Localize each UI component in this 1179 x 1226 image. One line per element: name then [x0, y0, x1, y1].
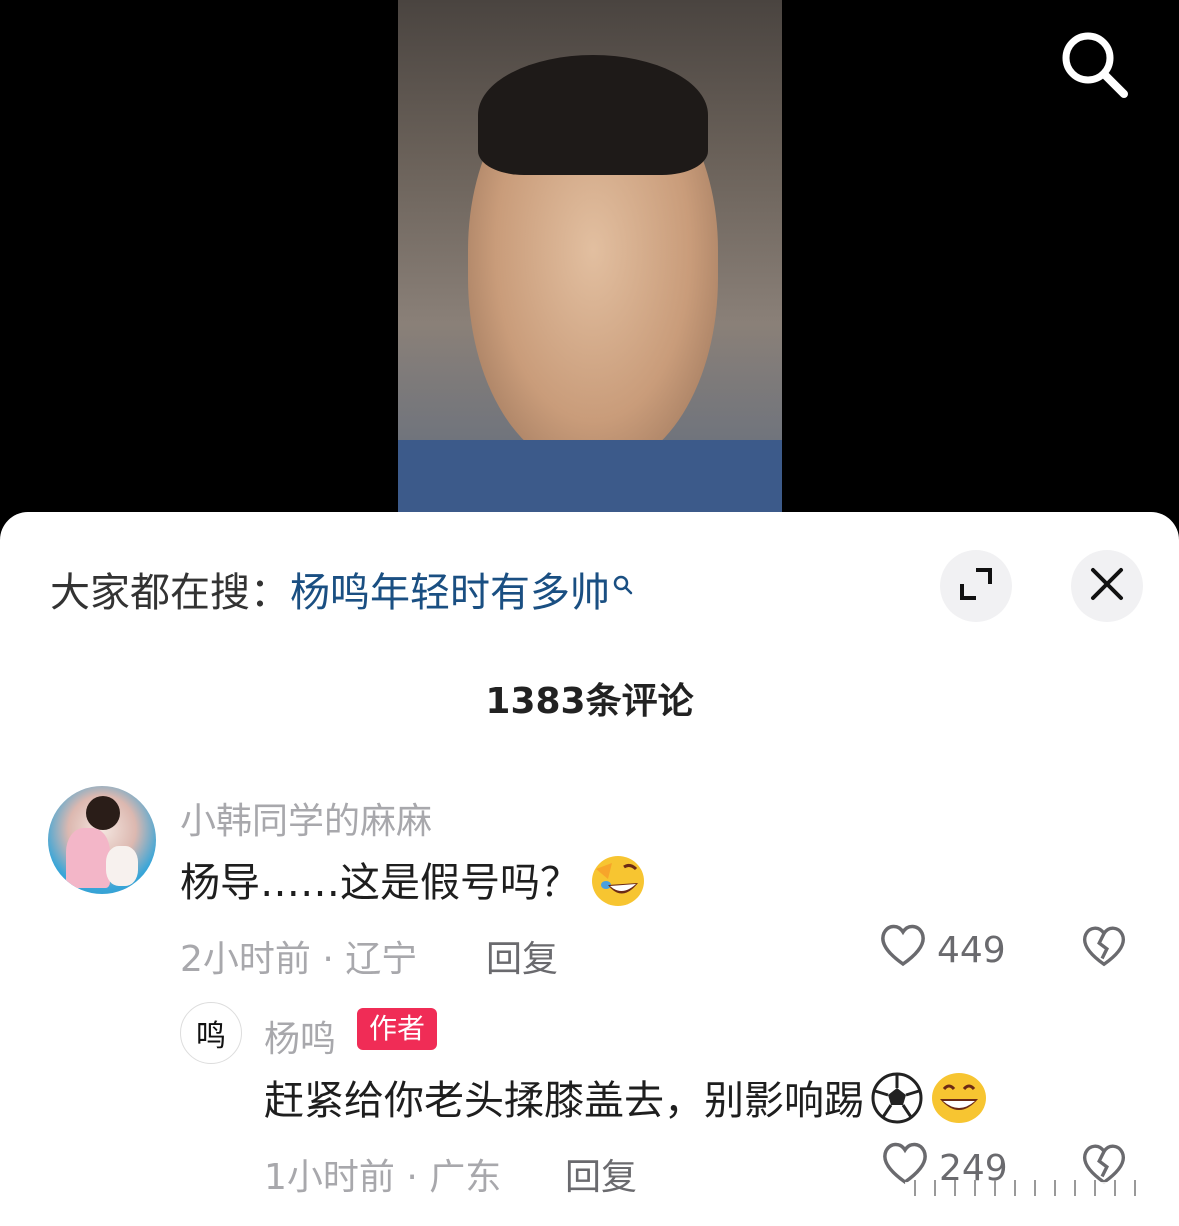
comment-sheet: 大家都在搜：杨鸣年轻时有多帅 1383条评论 小韩同学的麻麻 杨导……这是假号吗…	[0, 512, 1179, 1226]
hot-search-term[interactable]: 杨鸣年轻时有多帅	[290, 570, 610, 616]
hot-search-prefix: 大家都在搜：	[50, 570, 290, 616]
video-hair	[478, 55, 708, 175]
dislike-heart-icon[interactable]	[1080, 922, 1128, 974]
reply-text: 赶紧给你老头揉膝盖去，别影响踢	[264, 1068, 988, 1135]
close-button[interactable]	[1071, 550, 1143, 622]
small-search-icon	[612, 560, 634, 606]
avatar[interactable]	[48, 786, 156, 894]
comment-meta: 2小时前 · 辽宁	[180, 939, 418, 980]
comment-count-title: 1383条评论	[485, 681, 694, 722]
grinning-emoji-icon	[930, 1071, 988, 1135]
like-count: 449	[937, 930, 1006, 971]
expand-button[interactable]	[940, 550, 1012, 622]
video-player[interactable]	[398, 0, 782, 540]
reply-meta: 1小时前 · 广东	[264, 1157, 502, 1198]
soccer-ball-emoji-icon	[870, 1071, 924, 1135]
comment-username[interactable]: 小韩同学的麻麻	[180, 792, 432, 844]
author-badge: 作者	[357, 1008, 438, 1050]
reply-avatar-text: 鸣	[196, 1019, 226, 1054]
watermark	[905, 1178, 1155, 1198]
comment-text-content: 杨导……这是假号吗？	[180, 860, 580, 906]
laughing-crying-emoji-icon	[586, 851, 648, 919]
reply-button[interactable]: 回复	[486, 930, 558, 982]
comment-text: 杨导……这是假号吗？	[180, 850, 648, 919]
reply-username[interactable]: 杨鸣	[264, 1010, 336, 1062]
search-icon[interactable]	[1058, 28, 1130, 100]
reply-reply-button[interactable]: 回复	[565, 1148, 637, 1200]
reply-avatar[interactable]: 鸣	[180, 1002, 242, 1064]
reply-text-content: 赶紧给你老头揉膝盖去，别影响踢	[264, 1078, 864, 1124]
expand-icon	[958, 566, 994, 606]
heart-icon[interactable]	[878, 920, 928, 974]
hot-search-bar[interactable]: 大家都在搜：杨鸣年轻时有多帅	[50, 560, 634, 618]
close-icon	[1090, 567, 1124, 605]
